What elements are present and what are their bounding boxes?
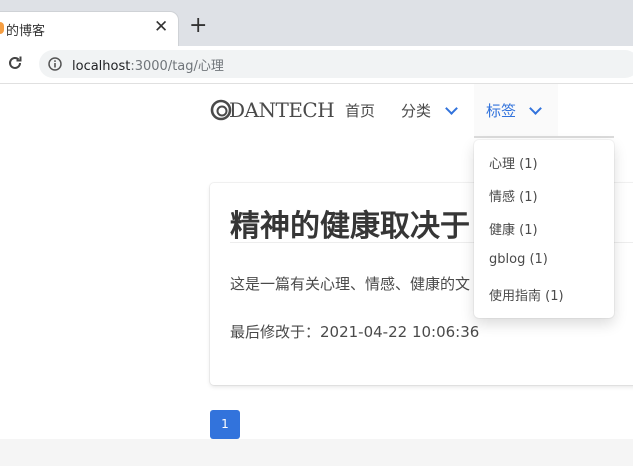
post-description: 这是一篇有关心理、情感、健康的文 xyxy=(230,275,471,293)
url-path: :3000/tag/心理 xyxy=(130,59,224,74)
browser-toolbar: localhost:3000/tag/心理 xyxy=(0,46,633,84)
post-title[interactable]: 精神的健康取决于 xyxy=(230,201,470,245)
dropdown-item-psychology[interactable]: 心理 (1) xyxy=(489,153,538,172)
dropdown-item-guide[interactable]: 使用指南 (1) xyxy=(489,285,564,304)
url-host: localhost xyxy=(72,59,131,74)
address-bar[interactable]: localhost:3000/tag/心理 xyxy=(39,50,633,78)
post-modified-date: 最后修改于：2021-04-22 10:06:36 xyxy=(230,323,480,341)
dropdown-item-emotion[interactable]: 情感 (1) xyxy=(489,186,538,205)
footer-strip xyxy=(0,439,633,466)
browser-tab[interactable]: 的博客 ✕ xyxy=(0,12,178,46)
pagination-current-page[interactable]: 1 xyxy=(210,410,240,439)
new-tab-icon[interactable]: + xyxy=(189,15,207,37)
dropdown-item-gblog[interactable]: gblog (1) xyxy=(489,252,548,267)
nav-home[interactable]: 首页 xyxy=(345,100,375,121)
browser-tabstrip: 的博客 ✕ + xyxy=(0,0,633,46)
nav-categories[interactable]: 分类 xyxy=(401,100,431,121)
site-info-icon[interactable] xyxy=(48,57,62,71)
tags-dropdown: 心理 (1) 情感 (1) 健康 (1) gblog (1) 使用指南 (1) xyxy=(474,140,614,318)
close-tab-icon[interactable]: ✕ xyxy=(154,17,168,37)
reload-icon[interactable] xyxy=(6,54,24,72)
nav-tags[interactable]: 标签 xyxy=(486,100,516,121)
site-favicon-icon xyxy=(0,22,4,34)
url-text: localhost:3000/tag/心理 xyxy=(72,55,224,74)
logo-text: DANTECH xyxy=(229,98,335,122)
nav-divider xyxy=(474,136,614,138)
dropdown-item-health[interactable]: 健康 (1) xyxy=(489,219,538,238)
tab-title: 的博客 xyxy=(6,24,46,39)
